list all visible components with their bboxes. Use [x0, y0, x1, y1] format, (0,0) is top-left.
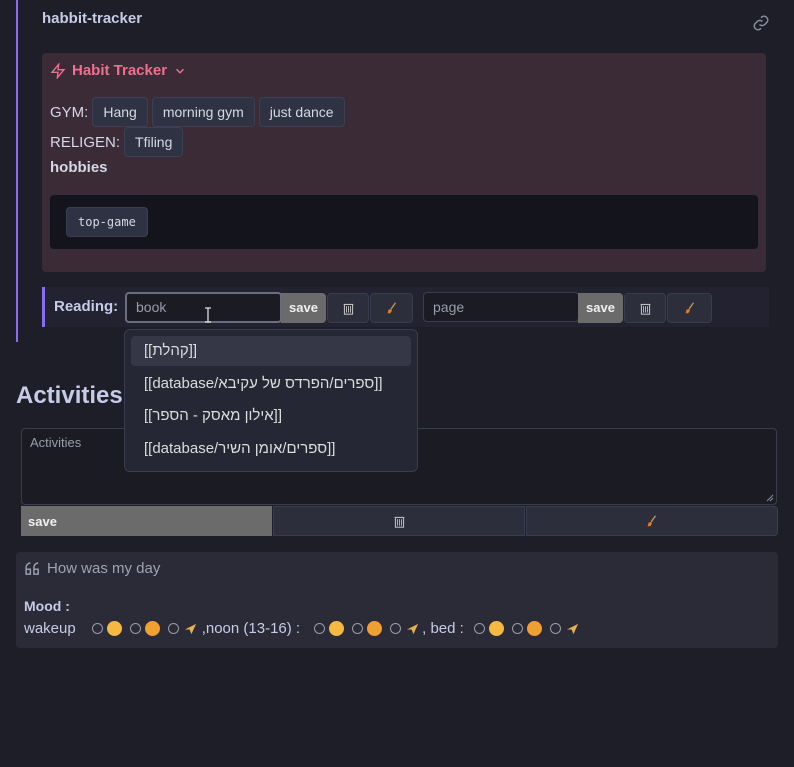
bed-label: , bed : — [422, 620, 464, 637]
book-save-button[interactable]: save — [281, 293, 326, 323]
smiling-face-icon — [329, 621, 345, 636]
noon-tired-radio[interactable] — [390, 623, 402, 634]
thinking-face-icon — [367, 621, 383, 636]
bed-happy-radio[interactable] — [473, 623, 485, 634]
book-delete-button[interactable] — [327, 293, 369, 323]
bed-thinking-radio[interactable] — [511, 623, 523, 634]
smiling-face-icon — [488, 621, 504, 636]
morning-gym-button[interactable]: morning gym — [151, 97, 255, 127]
gym-row: GYM: Hang morning gym just dance — [50, 97, 345, 127]
noon-thinking-radio[interactable] — [352, 623, 364, 634]
text-cursor-icon — [205, 307, 211, 323]
noon-happy-radio[interactable] — [314, 623, 326, 634]
activities-heading: Activities — [16, 382, 123, 409]
book-clear-button[interactable] — [370, 293, 413, 323]
trash-icon — [343, 303, 353, 315]
airplane-icon — [406, 623, 419, 635]
trash-icon — [640, 303, 650, 315]
activities-save-button[interactable]: save — [21, 506, 272, 536]
wakeup-thinking-radio[interactable] — [129, 623, 141, 634]
callout-header[interactable]: Habit Tracker — [50, 62, 187, 79]
tfiling-button[interactable]: Tfiling — [124, 127, 184, 157]
page-delete-button[interactable] — [624, 293, 666, 323]
bed-tired-radio[interactable] — [549, 623, 561, 634]
activities-placeholder: Activities — [30, 435, 82, 450]
activities-delete-button[interactable] — [273, 506, 525, 536]
just-dance-button[interactable]: just dance — [258, 97, 345, 127]
link-icon[interactable] — [752, 14, 770, 32]
mood-question-text: How was my day — [47, 560, 161, 577]
religen-row: RELIGEN: Tfiling — [50, 127, 184, 157]
activities-buttons: save — [21, 506, 778, 536]
embed-title[interactable]: habbit-tracker — [42, 10, 142, 27]
thinking-face-icon — [526, 621, 542, 636]
mood-callout: How was my day Mood : wakeup ,noon (13-1… — [16, 552, 778, 648]
activities-clear-button[interactable] — [526, 506, 778, 536]
mood-row: wakeup ,noon (13-16) : , bed : — [24, 620, 582, 637]
top-game-button[interactable]: top-game — [66, 207, 148, 237]
suggestion-item[interactable]: [[אילון מאסק - הספר]] — [131, 401, 411, 431]
suggestion-item[interactable]: [[database/ספרים/הפרדס של עקיבא]] — [131, 369, 411, 399]
suggestion-dropdown: [[קהלת]] [[database/ספרים/הפרדס של עקיבא… — [124, 329, 418, 472]
mood-label: Mood : — [24, 598, 70, 614]
broom-icon — [685, 302, 694, 314]
page-input[interactable]: page — [423, 292, 579, 322]
noon-label: ,noon (13-16) : — [201, 620, 301, 637]
wakeup-happy-radio[interactable] — [91, 623, 103, 634]
code-block: top-game — [50, 195, 758, 249]
airplane-icon — [566, 623, 578, 635]
page-clear-button[interactable] — [667, 293, 712, 323]
religen-label: RELIGEN: — [50, 133, 121, 151]
callout-title: Habit Tracker — [72, 62, 168, 79]
page-save-button[interactable]: save — [578, 293, 623, 323]
resize-handle-icon[interactable] — [766, 494, 774, 502]
reading-label: Reading: — [54, 298, 119, 315]
hang-button[interactable]: Hang — [92, 97, 148, 127]
trash-icon — [394, 516, 404, 528]
suggestion-item[interactable]: [[קהלת]] — [131, 336, 411, 366]
gym-label: GYM: — [50, 103, 89, 121]
zap-icon — [50, 62, 66, 79]
airplane-icon — [184, 623, 196, 635]
embed-border — [16, 0, 18, 342]
chevron-down-icon[interactable] — [173, 64, 187, 78]
hobbies-heading: hobbies — [50, 159, 108, 176]
wakeup-label: wakeup — [24, 620, 76, 637]
broom-icon — [387, 302, 396, 314]
broom-icon — [647, 515, 657, 527]
wakeup-tired-radio[interactable] — [167, 623, 179, 634]
smiling-face-icon — [106, 621, 122, 636]
thinking-face-icon — [144, 621, 160, 636]
suggestion-item[interactable]: [[database/ספרים/אומן השיר]] — [131, 434, 411, 464]
habit-tracker-callout: Habit Tracker GYM: Hang morning gym just… — [42, 53, 766, 272]
mood-question: How was my day — [24, 560, 160, 577]
quote-icon — [25, 562, 39, 575]
